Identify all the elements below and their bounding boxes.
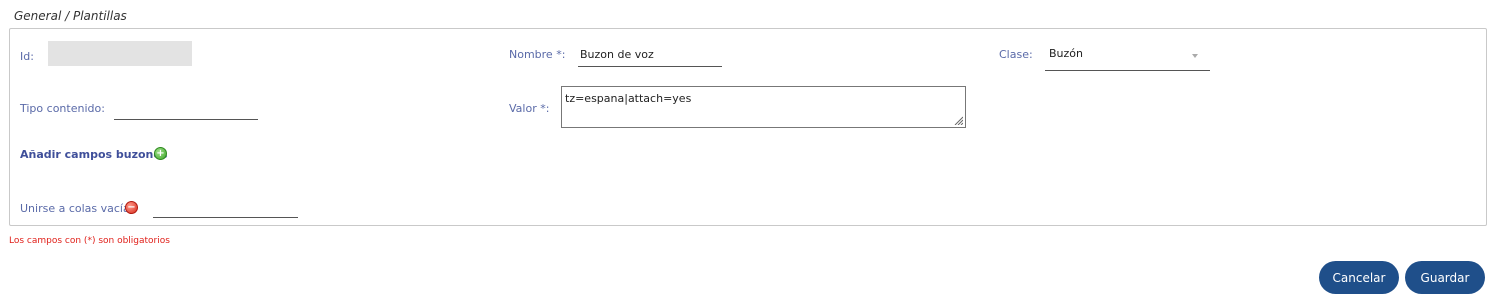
resize-grip-icon[interactable] (953, 115, 963, 125)
clase-select[interactable]: Buzón (1045, 41, 1210, 71)
nombre-input[interactable] (578, 45, 722, 67)
chevron-down-icon (1192, 54, 1198, 58)
tipo-contenido-label: Tipo contenido: (20, 102, 105, 115)
required-fields-note: Los campos con (*) son obligatorios (9, 236, 170, 246)
id-label: Id: (20, 50, 34, 63)
join-empty-queues-input[interactable] (153, 197, 298, 218)
add-mailbox-fields-link[interactable]: Añadir campos buzones (20, 148, 167, 161)
save-button[interactable]: Guardar (1405, 261, 1485, 294)
valor-textarea[interactable] (561, 86, 966, 128)
id-field (48, 41, 192, 66)
join-empty-queues-label: Unirse a colas vacías (20, 202, 136, 215)
clase-select-value: Buzón (1049, 47, 1083, 60)
clase-label: Clase: (999, 48, 1033, 61)
breadcrumb: General / Plantillas (14, 9, 127, 23)
remove-icon[interactable]: − (125, 201, 138, 214)
nombre-label: Nombre *: (509, 48, 566, 61)
cancel-button[interactable]: Cancelar (1319, 261, 1399, 294)
tipo-contenido-input[interactable] (114, 99, 258, 120)
form-panel: Id: Nombre *: Clase: Buzón Tipo contenid… (9, 28, 1487, 226)
valor-label: Valor *: (509, 102, 550, 115)
add-icon[interactable]: + (154, 147, 167, 160)
